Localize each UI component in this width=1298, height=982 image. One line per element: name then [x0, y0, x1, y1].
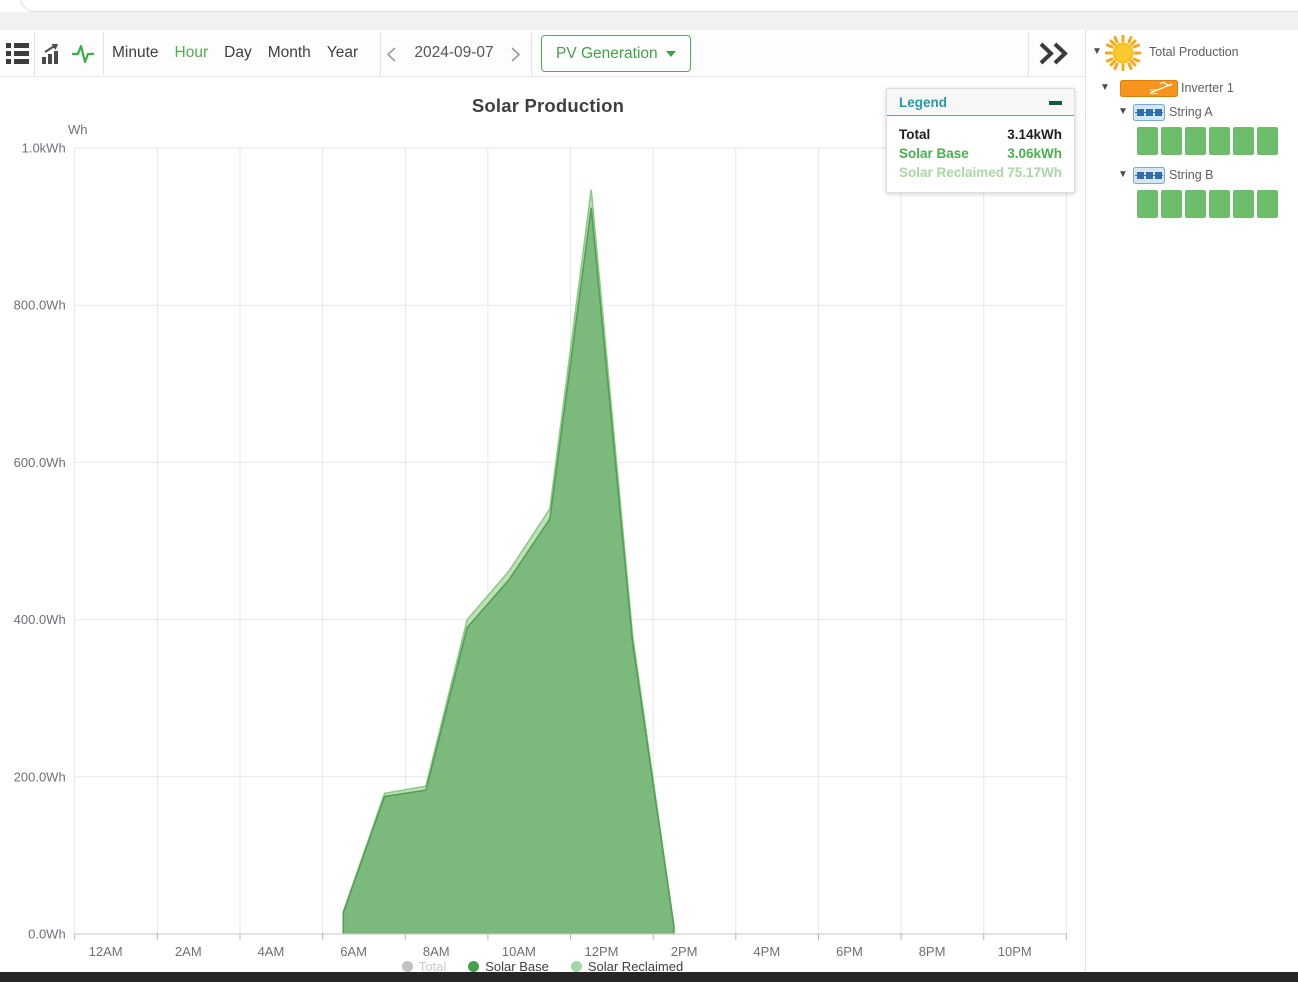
legend-row-label: Solar Reclaimed	[899, 163, 1004, 182]
legend-row-total: Total 3.14kWh	[899, 125, 1062, 144]
series-dot-icon	[402, 961, 413, 972]
svg-text:12PM: 12PM	[585, 944, 619, 959]
pv-panel[interactable]	[1137, 127, 1158, 155]
collapse-triangle-icon[interactable]: ▼	[1100, 82, 1110, 93]
date-display[interactable]: 2024-09-07	[404, 44, 504, 62]
legend-row-label: Total	[899, 125, 930, 144]
string-a-panels	[1137, 127, 1278, 155]
metric-dropdown-button[interactable]: PV Generation	[541, 35, 691, 72]
svg-text:1.0kWh: 1.0kWh	[22, 141, 66, 156]
pv-string-icon	[1133, 167, 1165, 189]
svg-text:2AM: 2AM	[175, 944, 202, 959]
legend-panel-body: Total 3.14kWh Solar Base 3.06kWhSolar Recla…	[887, 116, 1074, 192]
prev-day-button[interactable]	[386, 47, 397, 67]
double-chevron-right-icon[interactable]	[1038, 42, 1072, 70]
toolbar-separator	[103, 32, 104, 75]
toolbar-separator	[531, 32, 532, 75]
series-dot-icon	[571, 961, 582, 972]
address-bar-remnant	[20, 0, 1298, 12]
axes	[75, 934, 1067, 940]
view-tabs: Minute Hour Day Month Year	[112, 44, 358, 62]
legend-row-value: 3.06kWh	[1007, 144, 1062, 163]
tab-year[interactable]: Year	[327, 44, 358, 62]
device-tree-sidebar: ▼ Total Production ▼ Inverter 1	[1086, 30, 1298, 972]
pv-panel[interactable]	[1209, 190, 1230, 218]
legend-panel-title: Legend	[899, 95, 947, 110]
collapse-triangle-icon[interactable]: ▼	[1118, 106, 1128, 117]
metric-dropdown-label: PV Generation	[556, 45, 658, 63]
pv-panel[interactable]	[1161, 127, 1182, 155]
legend-panel: Legend Total 3.14kWh Solar Base 3.06kWhSola…	[886, 88, 1075, 193]
tree-item-string-a[interactable]: String A	[1169, 105, 1213, 119]
tab-hour[interactable]: Hour	[175, 44, 209, 62]
solar-production-chart: 12AM 2AM 4AM 6AM 8AM 10AM 12PM 2PM 4PM 6PM 8PM 10PM…	[0, 77, 1085, 972]
bottom-black-bar	[0, 972, 1298, 982]
bar-chart-icon[interactable]	[42, 44, 62, 69]
toolbar-separator	[1028, 32, 1029, 75]
legend-panel-header: Legend	[887, 89, 1074, 116]
pv-panel[interactable]	[1161, 190, 1182, 218]
tab-minute[interactable]: Minute	[112, 44, 159, 62]
svg-text:2PM: 2PM	[671, 944, 698, 959]
svg-text:4AM: 4AM	[258, 944, 285, 959]
collapse-triangle-icon[interactable]: ▼	[1118, 169, 1128, 180]
svg-text:6AM: 6AM	[340, 944, 367, 959]
svg-text:0.0Wh: 0.0Wh	[28, 927, 66, 942]
activity-icon[interactable]	[72, 44, 94, 69]
string-b-panels	[1137, 190, 1278, 218]
sun-icon	[1105, 35, 1141, 76]
svg-text:10AM: 10AM	[502, 944, 536, 959]
pv-panel[interactable]	[1233, 127, 1254, 155]
svg-text:6PM: 6PM	[836, 944, 863, 959]
tab-day[interactable]: Day	[224, 44, 252, 62]
pv-panel[interactable]	[1209, 127, 1230, 155]
pv-panel[interactable]	[1185, 190, 1206, 218]
toolbar-separator	[34, 32, 35, 75]
pv-panel[interactable]	[1257, 127, 1278, 155]
list-icon[interactable]	[6, 43, 29, 69]
pv-string-icon	[1133, 104, 1165, 126]
pv-panel[interactable]	[1137, 190, 1158, 218]
svg-text:200.0Wh: 200.0Wh	[14, 769, 66, 784]
minimize-legend-icon[interactable]	[1049, 101, 1062, 105]
tree-item-inverter-1[interactable]: Inverter 1	[1181, 81, 1234, 95]
toolbar: Minute Hour Day Month Year 2024-09-07 PV Gen…	[0, 30, 1085, 77]
svg-text:12AM: 12AM	[89, 944, 123, 959]
svg-text:10PM: 10PM	[998, 944, 1032, 959]
svg-text:Wh: Wh	[68, 122, 88, 137]
tree-item-total-production[interactable]: Total Production	[1149, 45, 1239, 59]
top-band	[0, 12, 1298, 30]
caret-down-icon	[666, 51, 676, 57]
svg-text:8PM: 8PM	[919, 944, 946, 959]
tree-item-string-b[interactable]: String B	[1169, 168, 1213, 182]
legend-row-label: Solar Base	[899, 144, 969, 163]
inverter-icon	[1120, 80, 1178, 102]
legend-row-value: 75.17Wh	[1007, 163, 1062, 182]
legend-row-solar-reclaimed: Solar Reclaimed75.17Wh	[899, 163, 1062, 182]
svg-text:400.0Wh: 400.0Wh	[14, 612, 66, 627]
next-day-button[interactable]	[510, 47, 521, 67]
pv-panel[interactable]	[1257, 190, 1278, 218]
series-dot-icon	[468, 961, 479, 972]
pv-panel[interactable]	[1233, 190, 1254, 218]
svg-text:4PM: 4PM	[753, 944, 780, 959]
svg-text:800.0Wh: 800.0Wh	[14, 298, 66, 313]
legend-row-solar-base: Solar Base 3.06kWh	[899, 144, 1062, 163]
toolbar-separator	[380, 32, 381, 75]
pv-panel[interactable]	[1185, 127, 1206, 155]
tab-month[interactable]: Month	[268, 44, 311, 62]
svg-text:600.0Wh: 600.0Wh	[14, 455, 66, 470]
svg-text:8AM: 8AM	[423, 944, 450, 959]
collapse-triangle-icon[interactable]: ▼	[1092, 46, 1102, 57]
legend-row-value: 3.14kWh	[1007, 125, 1062, 144]
